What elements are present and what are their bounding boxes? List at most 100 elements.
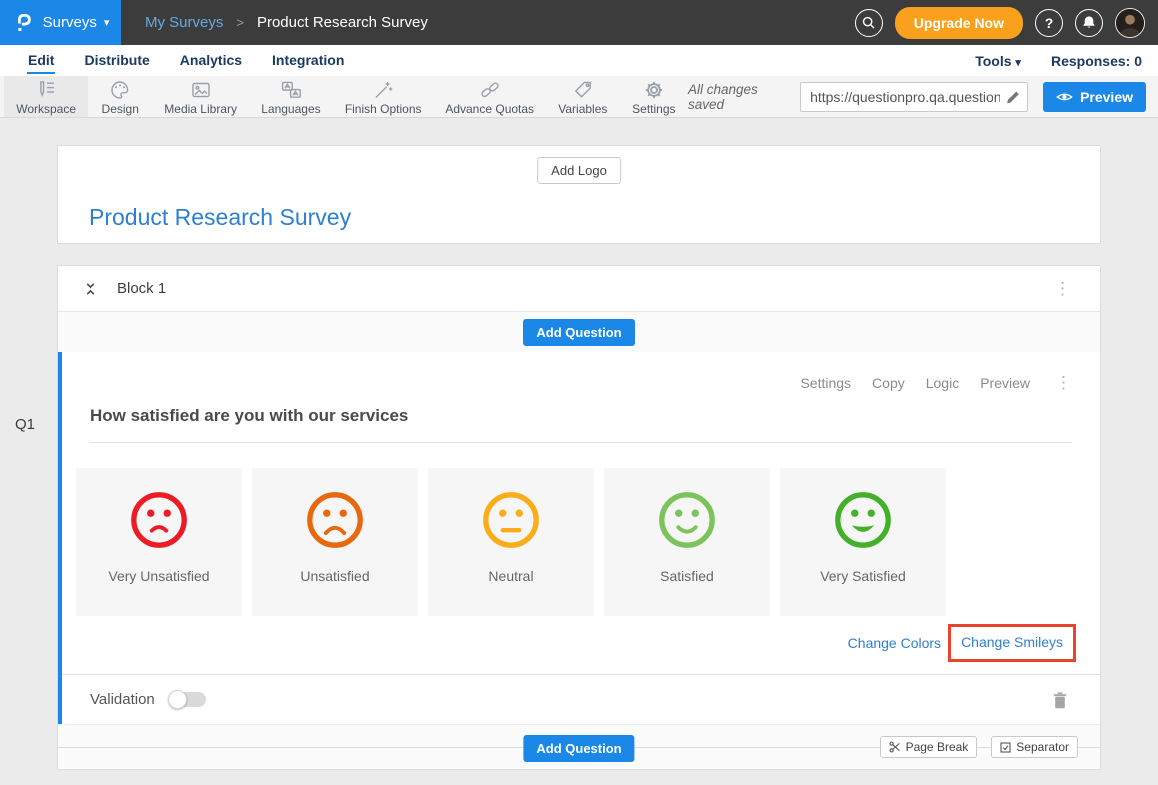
bell-icon xyxy=(1082,15,1096,30)
change-smileys-link[interactable]: Change Smileys xyxy=(961,634,1063,650)
editor-toolbar: Workspace Design Media Library Languages… xyxy=(0,76,1158,118)
workspace-icon xyxy=(35,79,57,101)
breadcrumb-my-surveys[interactable]: My Surveys xyxy=(145,14,223,31)
nav-right: Tools ▾ Responses: 0 xyxy=(975,53,1145,69)
toolbar-item-design[interactable]: Design xyxy=(88,76,152,117)
tab-distribute[interactable]: Distribute xyxy=(83,47,150,74)
help-button[interactable]: ? xyxy=(1035,9,1063,37)
smiley-icon xyxy=(832,489,894,551)
trash-icon xyxy=(1052,696,1068,713)
responses-count[interactable]: Responses: 0 xyxy=(1051,53,1142,69)
add-question-strip: Add Question xyxy=(58,312,1100,352)
smiley-options: Very Unsatisfied Unsatisfied Neutral Sat… xyxy=(76,468,1086,616)
toolbar-item-languages[interactable]: Languages xyxy=(249,76,333,117)
question-logic-link[interactable]: Logic xyxy=(926,375,959,391)
smiley-option-label: Unsatisfied xyxy=(300,568,369,584)
add-logo-button[interactable]: Add Logo xyxy=(537,157,621,184)
smiley-option[interactable]: Neutral xyxy=(428,468,594,616)
toggle-knob xyxy=(168,690,187,709)
block-header: Block 1 ⋮ xyxy=(58,266,1100,312)
search-icon xyxy=(860,14,877,31)
smiley-icon xyxy=(304,489,366,551)
edit-pencil-icon[interactable] xyxy=(1006,90,1020,104)
palette-icon xyxy=(109,79,131,101)
validation-label: Validation xyxy=(90,691,155,708)
user-avatar[interactable] xyxy=(1115,8,1145,38)
page-break-button[interactable]: Page Break xyxy=(880,736,978,758)
toolbar-item-finish-options[interactable]: Finish Options xyxy=(333,76,434,117)
notifications-button[interactable] xyxy=(1075,9,1103,37)
smiley-option[interactable]: Very Satisfied xyxy=(780,468,946,616)
collapse-block-button[interactable] xyxy=(83,281,98,297)
survey-canvas: Add Logo Product Research Survey Block 1… xyxy=(0,118,1158,770)
tab-analytics[interactable]: Analytics xyxy=(179,47,243,74)
toolbar-item-advance-quotas[interactable]: Advance Quotas xyxy=(434,76,546,117)
block-kebab-menu-icon[interactable]: ⋮ xyxy=(1050,278,1075,299)
breadcrumb: My Surveys > Product Research Survey xyxy=(145,14,428,31)
chevron-down-icon: ▾ xyxy=(1015,57,1021,69)
block-footer: Add Question Page Break Separator xyxy=(58,724,1100,769)
top-bar: Surveys ▾ My Surveys > Product Research … xyxy=(0,0,1158,45)
question-kebab-menu-icon[interactable]: ⋮ xyxy=(1051,372,1076,393)
smiley-option-label: Very Unsatisfied xyxy=(108,568,209,584)
gear-icon xyxy=(643,79,665,101)
toolbar-item-label: Settings xyxy=(632,102,675,116)
survey-title[interactable]: Product Research Survey xyxy=(89,204,351,231)
smiley-option[interactable]: Unsatisfied xyxy=(252,468,418,616)
questionpro-logo-icon xyxy=(12,10,36,36)
topbar-actions: Upgrade Now ? xyxy=(855,7,1158,39)
upgrade-now-button[interactable]: Upgrade Now xyxy=(895,7,1023,39)
checkbox-check-icon xyxy=(1000,742,1011,753)
question-copy-link[interactable]: Copy xyxy=(872,375,905,391)
smiley-links-row: Change Colors Change Smileys xyxy=(62,624,1100,662)
survey-url-input[interactable]: https://questionpro.qa.questionp xyxy=(800,82,1028,112)
tag-icon xyxy=(572,79,594,101)
smiley-option-label: Neutral xyxy=(488,568,533,584)
survey-url-value: https://questionpro.qa.questionp xyxy=(810,89,1000,105)
question-text[interactable]: How satisfied are you with our services xyxy=(90,406,1072,443)
question-preview-link[interactable]: Preview xyxy=(980,375,1030,391)
tab-integration[interactable]: Integration xyxy=(271,47,345,74)
smiley-icon xyxy=(480,489,542,551)
survey-header-card: Add Logo Product Research Survey xyxy=(57,145,1101,244)
smiley-option-label: Very Satisfied xyxy=(820,568,906,584)
block-title[interactable]: Block 1 xyxy=(117,280,166,297)
change-colors-link[interactable]: Change Colors xyxy=(848,635,941,651)
smiley-option[interactable]: Very Unsatisfied xyxy=(76,468,242,616)
delete-question-button[interactable] xyxy=(1052,691,1068,709)
image-icon xyxy=(190,79,212,101)
toolbar-item-media-library[interactable]: Media Library xyxy=(152,76,249,117)
search-button[interactable] xyxy=(855,9,883,37)
separator-label: Separator xyxy=(1016,740,1069,754)
toolbar-item-workspace[interactable]: Workspace xyxy=(4,76,88,117)
validation-row: Validation xyxy=(62,674,1100,724)
add-question-button-top[interactable]: Add Question xyxy=(523,319,634,346)
tools-label: Tools xyxy=(975,53,1011,69)
save-status: All changes saved xyxy=(688,82,785,112)
toolbar-item-label: Advance Quotas xyxy=(445,102,534,116)
toolbar-item-label: Finish Options xyxy=(345,102,422,116)
page-break-label: Page Break xyxy=(906,740,969,754)
separator-button[interactable]: Separator xyxy=(991,736,1078,758)
chevron-down-icon: ▾ xyxy=(104,16,110,29)
toolbar-item-variables[interactable]: Variables xyxy=(546,76,620,117)
smiley-option-label: Satisfied xyxy=(660,568,714,584)
tab-edit[interactable]: Edit xyxy=(27,47,55,74)
footer-tools: Page Break Separator xyxy=(880,736,1078,758)
validation-toggle[interactable] xyxy=(169,692,206,707)
smiley-icon xyxy=(128,489,190,551)
preview-button[interactable]: Preview xyxy=(1043,82,1146,112)
app-logo-menu[interactable]: Surveys ▾ xyxy=(0,0,121,45)
toolbar-item-label: Media Library xyxy=(164,102,237,116)
question-mark-icon: ? xyxy=(1045,15,1054,31)
toolbar-item-settings[interactable]: Settings xyxy=(620,76,688,117)
block-card: Block 1 ⋮ Add Question Q1 Settings Copy … xyxy=(57,265,1101,770)
add-question-button-bottom[interactable]: Add Question xyxy=(523,735,634,762)
toolbar-item-label: Variables xyxy=(558,102,607,116)
question-settings-link[interactable]: Settings xyxy=(800,375,851,391)
eye-icon xyxy=(1056,91,1073,103)
toolbar-item-label: Languages xyxy=(261,102,320,116)
tools-menu[interactable]: Tools ▾ xyxy=(975,53,1021,69)
question-card: Q1 Settings Copy Logic Preview ⋮ How sat… xyxy=(58,352,1100,724)
smiley-option[interactable]: Satisfied xyxy=(604,468,770,616)
